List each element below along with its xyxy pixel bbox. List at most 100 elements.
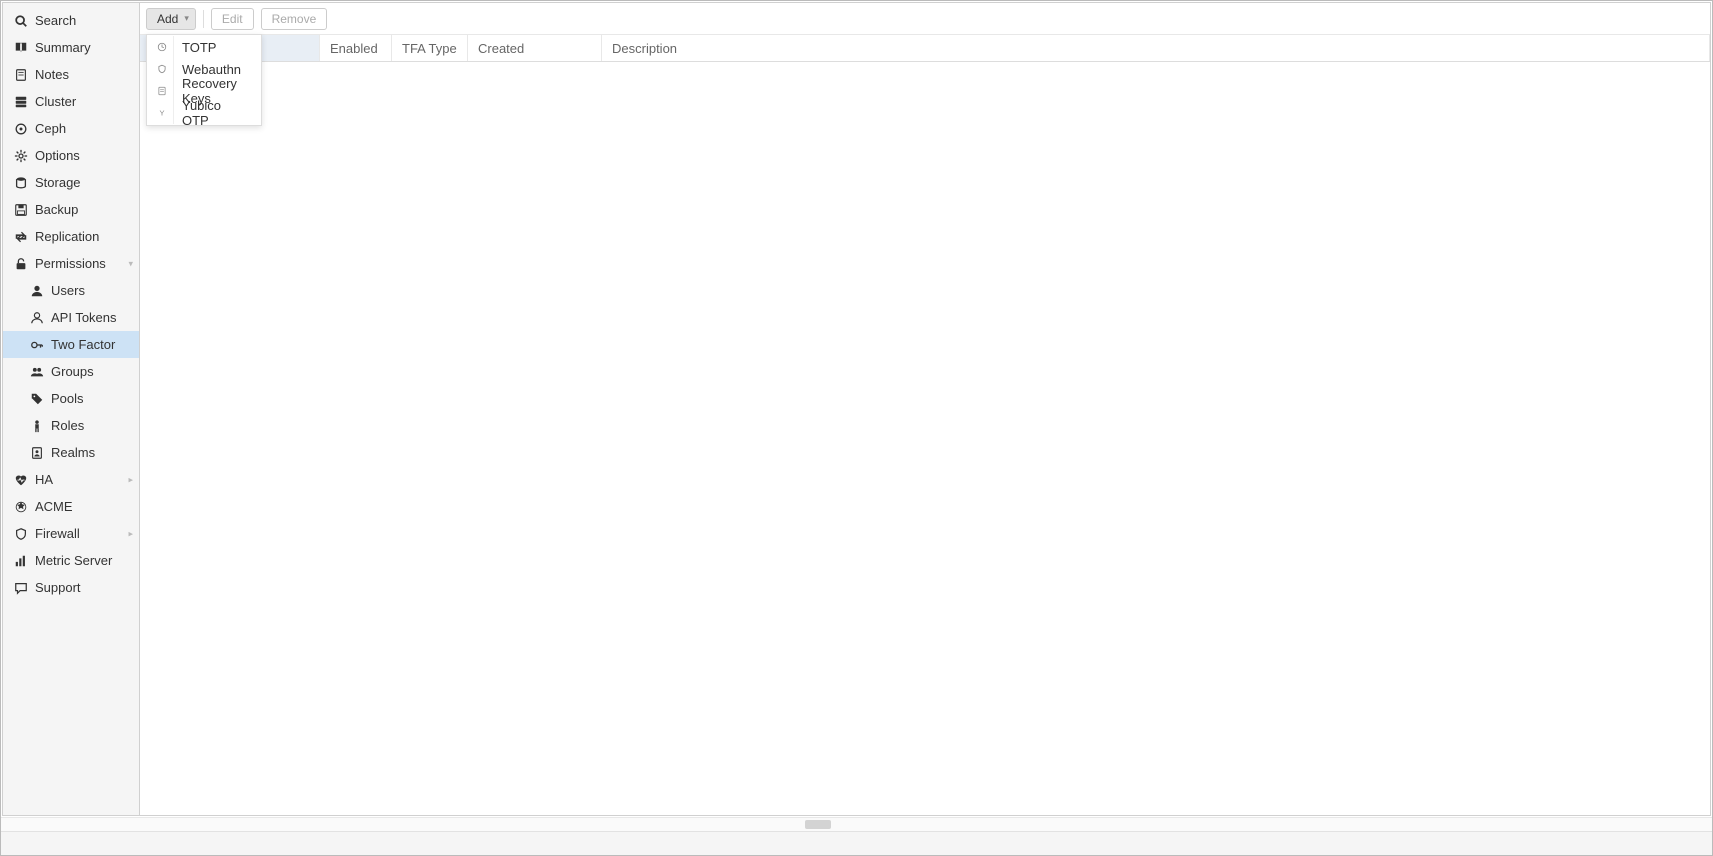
sidebar-item-label: Options [35,148,80,163]
add-menu-item-yubico-otp[interactable]: YYubico OTP [147,102,261,124]
sidebar-item-label: API Tokens [51,310,117,325]
sidebar-item-realms[interactable]: Realms [3,439,139,466]
sidebar-item-label: Permissions [35,256,106,271]
edit-button-label: Edit [222,12,243,26]
sidebar-item-storage[interactable]: Storage [3,169,139,196]
column-tfatype[interactable]: TFA Type [392,35,468,61]
column-tfatype-label: TFA Type [402,41,457,56]
sidebar-item-cluster[interactable]: Cluster [3,88,139,115]
sidebar-item-groups[interactable]: Groups [3,358,139,385]
shield-icon [13,526,29,542]
retweet-icon [13,229,29,245]
sidebar: Search Summary Notes Cluster Ceph Options Stor… [3,3,140,815]
sidebar-item-label: Ceph [35,121,66,136]
sidebar-item-two-factor[interactable]: Two Factor [3,331,139,358]
sidebar-item-label: Firewall [35,526,80,541]
heart-icon [13,472,29,488]
sidebar-item-label: Groups [51,364,94,379]
sidebar-item-acme[interactable]: ACME [3,493,139,520]
add-menu-item-label: TOTP [182,40,216,55]
column-description[interactable]: Description [602,35,1710,61]
server-icon [13,94,29,110]
sidebar-item-label: Notes [35,67,69,82]
filetext-icon [157,80,174,102]
sidebar-item-roles[interactable]: Roles [3,412,139,439]
sidebar-item-label: HA [35,472,53,487]
comment-icon [13,580,29,596]
column-enabled[interactable]: Enabled [320,35,392,61]
sidebar-item-search[interactable]: Search [3,7,139,34]
caret-down-icon: ▾ [184,13,189,24]
sidebar-item-firewall[interactable]: Firewall ▸ [3,520,139,547]
sidebar-item-label: Search [35,13,76,28]
sidebar-item-users[interactable]: Users [3,277,139,304]
gear-icon [13,148,29,164]
sidebar-item-label: Metric Server [35,553,112,568]
clock-icon [157,36,174,58]
app-window: Search Summary Notes Cluster Ceph Options Stor… [0,0,1713,856]
expand-down-icon: ▾ [128,258,133,269]
save-icon [13,202,29,218]
sidebar-item-notes[interactable]: Notes [3,61,139,88]
sidebar-item-summary[interactable]: Summary [3,34,139,61]
toolbar-separator [203,10,204,28]
svg-text:Y: Y [159,109,164,118]
male-icon [29,418,45,434]
column-description-label: Description [612,41,677,56]
sidebar-item-metric-server[interactable]: Metric Server [3,547,139,574]
sidebar-item-api-tokens[interactable]: API Tokens [3,304,139,331]
book-icon [13,40,29,56]
expand-right-icon: ▸ [128,474,133,485]
ceph-icon [13,121,29,137]
edit-button[interactable]: Edit [211,8,254,30]
add-button-label: Add [157,12,178,26]
sidebar-item-ha[interactable]: HA ▸ [3,466,139,493]
sidebar-item-ceph[interactable]: Ceph [3,115,139,142]
footer-bar [1,831,1712,855]
usero-icon [29,310,45,326]
sidebar-item-replication[interactable]: Replication [3,223,139,250]
sidebar-item-label: Summary [35,40,91,55]
add-dropdown: TOTPWebauthnRecovery KeysYYubico OTP [146,34,262,126]
group-icon [29,364,45,380]
addr-icon [29,445,45,461]
y-icon: Y [157,102,174,124]
remove-button[interactable]: Remove [261,8,328,30]
content-area: Add ▾ Edit Remove User Enabled TFA Type … [140,3,1710,815]
sidebar-item-options[interactable]: Options [3,142,139,169]
shield-icon [157,58,174,80]
sidebar-item-label: Two Factor [51,337,115,352]
add-menu-item-totp[interactable]: TOTP [147,36,261,58]
toolbar: Add ▾ Edit Remove [140,3,1710,35]
horizontal-scrollbar[interactable] [1,817,1712,831]
add-button[interactable]: Add ▾ [146,8,196,30]
cert-icon [13,499,29,515]
sidebar-item-label: Realms [51,445,95,460]
sidebar-item-label: Cluster [35,94,76,109]
scroll-thumb[interactable] [805,820,831,829]
column-enabled-label: Enabled [330,41,378,56]
add-menu-item-label: Yubico OTP [182,98,251,128]
sidebar-item-support[interactable]: Support [3,574,139,601]
sidebar-item-label: Support [35,580,81,595]
grid-body [140,62,1710,815]
column-created-label: Created [478,41,524,56]
note-icon [13,67,29,83]
sidebar-item-label: Replication [35,229,99,244]
tags-icon [29,391,45,407]
db-icon [13,175,29,191]
grid-header: User Enabled TFA Type Created Descriptio… [140,35,1710,62]
bars-icon [13,553,29,569]
search-icon [13,13,29,29]
column-created[interactable]: Created [468,35,602,61]
sidebar-item-label: Pools [51,391,84,406]
sidebar-item-label: Users [51,283,85,298]
sidebar-item-pools[interactable]: Pools [3,385,139,412]
add-menu-item-label: Webauthn [182,62,241,77]
remove-button-label: Remove [272,12,317,26]
sidebar-item-backup[interactable]: Backup [3,196,139,223]
sidebar-item-permissions[interactable]: Permissions ▾ [3,250,139,277]
sidebar-item-label: Storage [35,175,81,190]
expand-right-icon: ▸ [128,528,133,539]
key-icon [29,337,45,353]
